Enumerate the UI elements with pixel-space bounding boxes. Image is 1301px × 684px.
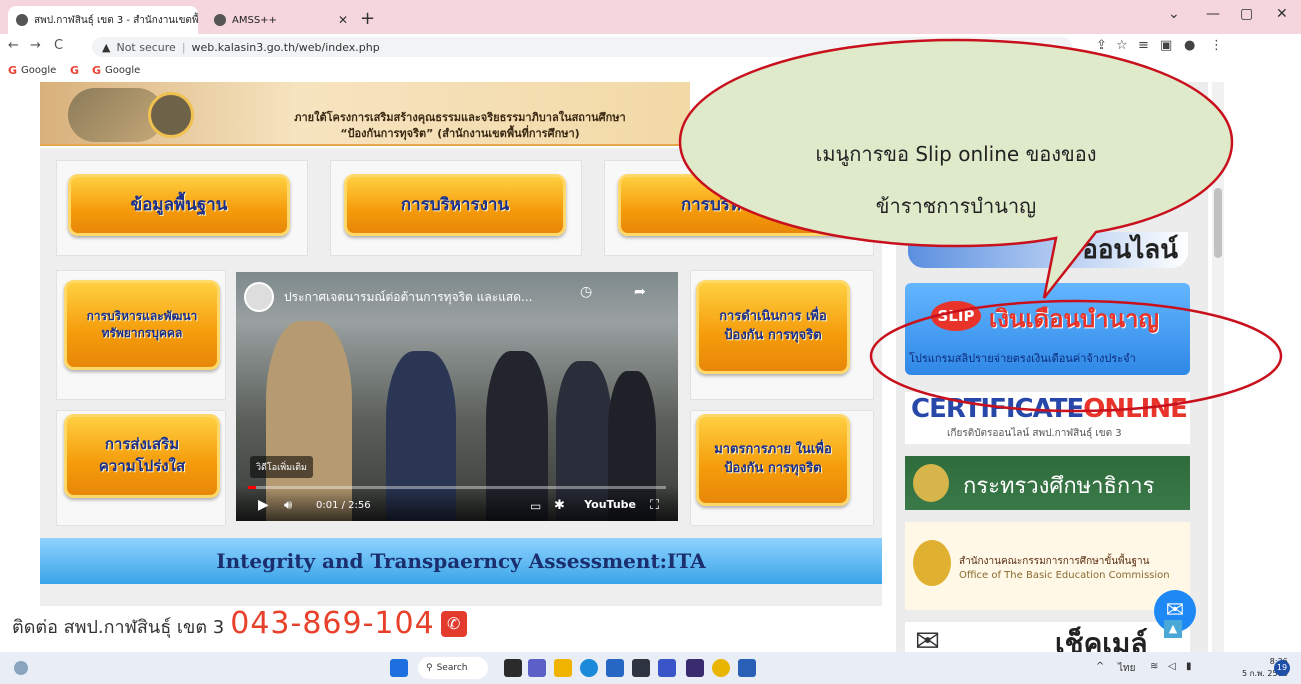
video-progress[interactable]: [248, 486, 666, 489]
app-icon[interactable]: [658, 659, 676, 677]
wifi-icon[interactable]: ≋: [1150, 661, 1158, 672]
menu-button-administration[interactable]: การบริหารงาน: [344, 174, 566, 236]
subtitles-icon[interactable]: ▭: [530, 499, 541, 513]
weather-icon[interactable]: [14, 661, 28, 675]
store-icon[interactable]: [606, 659, 624, 677]
tab-amss[interactable]: AMSS++ ✕: [206, 6, 356, 34]
close-icon[interactable]: ✕: [338, 13, 348, 27]
new-tab-button[interactable]: +: [360, 8, 375, 29]
callout-annotation: เมนูการขอ Slip online ของของ ข้าราชการบำ…: [676, 34, 1283, 413]
obec-banner[interactable]: สำนักงานคณะกรรมการการศึกษาขั้นพื้นฐาน Of…: [905, 522, 1190, 610]
envelope-icon: ✉: [915, 624, 941, 652]
header-banner: ภายใต้โครงการเสริมสร้างคุณธรรมและจริยธรร…: [40, 82, 690, 146]
tab-title: AMSS++: [232, 14, 277, 26]
more-videos-label[interactable]: วิดีโอเพิ่มเติม: [250, 456, 313, 478]
globe-icon: [16, 14, 28, 26]
banner-portrait: [148, 92, 194, 138]
search-label: Search: [436, 663, 468, 673]
battery-icon[interactable]: ▮: [1186, 661, 1192, 672]
banner-line2: “ป้องกันการทุจริต” (สำนักงานเขตพื้นที่กา…: [340, 127, 580, 140]
email-banner[interactable]: ✉ เช็คเมล์: [905, 622, 1190, 652]
video-time: 0:01 / 2:56: [316, 500, 371, 511]
email-banner-title: เช็คเมล์: [1055, 627, 1148, 652]
forward-icon[interactable]: →: [30, 38, 41, 53]
menu-button-hr[interactable]: การบริหารและพัฒนา ทรัพยากรบุคคล: [64, 280, 220, 370]
teams-chat-icon[interactable]: [528, 659, 546, 677]
edge-icon[interactable]: [580, 659, 598, 677]
security-label: Not secure: [116, 40, 176, 54]
minimize-button[interactable]: —: [1206, 6, 1220, 22]
watch-later-icon[interactable]: ◷: [580, 284, 592, 300]
contact-phone: 043-869-104: [230, 606, 435, 641]
play-icon[interactable]: ▶: [258, 497, 269, 513]
chrome-icon[interactable]: [712, 659, 730, 677]
file-explorer-icon[interactable]: [554, 659, 572, 677]
search-icon: ⚲: [426, 663, 433, 673]
menu-button-transparency[interactable]: การส่งเสริม ความโปร่งใส: [64, 414, 220, 498]
obec-english-name: Office of The Basic Education Commission: [959, 570, 1170, 581]
separator: |: [181, 40, 186, 54]
windows-start-icon[interactable]: [390, 659, 408, 677]
app-icon[interactable]: [632, 659, 650, 677]
video-progress-fill: [248, 486, 257, 489]
share-icon[interactable]: ➦: [634, 284, 646, 300]
contact-label: ติดต่อ สพป.กาฬสินธุ์ เขต 3: [12, 617, 225, 638]
google-icon[interactable]: G: [70, 64, 79, 77]
taskbar: ⚲ Search ^ ไทย ≋ ◁ ▮ 8:26 5 ก.พ. 2566 19: [0, 652, 1301, 684]
tab-kalasin3[interactable]: สพป.กาฬสินธุ์ เขต 3 - สำนักงานเขตพื้ ✕: [8, 6, 198, 34]
google-icon: G: [92, 64, 102, 77]
volume-icon[interactable]: ◁: [1168, 661, 1176, 672]
bookmark-label: Google: [21, 65, 57, 76]
fullscreen-icon[interactable]: ⛶: [650, 498, 659, 513]
tray-chevron-icon[interactable]: ^: [1096, 661, 1104, 672]
phone-icon: ✆: [440, 610, 467, 637]
video-title[interactable]: ประกาศเจตนารมณ์ต่อต้านการทุจริต และแสด..…: [284, 288, 533, 307]
volume-icon[interactable]: 🔊︎: [284, 498, 292, 513]
callout-line1: เมนูการขอ Slip online ของของ: [815, 142, 1097, 166]
reload-icon[interactable]: C: [54, 38, 63, 53]
bookmark-google[interactable]: G Google: [92, 64, 140, 77]
youtube-logo[interactable]: YouTube: [584, 498, 636, 511]
photoshop-icon[interactable]: [686, 659, 704, 677]
settings-icon[interactable]: ✱: [554, 498, 565, 513]
callout-shape: [678, 38, 1234, 299]
obec-emblem-icon: [913, 540, 951, 586]
ita-banner[interactable]: Integrity and Transpaerncy Assessment:IT…: [40, 538, 882, 584]
google-icon: G: [70, 64, 80, 77]
callout-line2: ข้าราชการบำนาญ: [875, 194, 1037, 218]
input-language[interactable]: ไทย: [1118, 661, 1135, 676]
taskbar-search[interactable]: ⚲ Search: [418, 657, 488, 679]
menu-button-basic-info[interactable]: ข้อมูลพื้นฐาน: [68, 174, 290, 236]
word-icon[interactable]: [738, 659, 756, 677]
maximize-button[interactable]: ▢: [1240, 6, 1253, 22]
notification-badge[interactable]: 19: [1274, 660, 1290, 676]
bookmark-google[interactable]: G Google: [8, 64, 56, 77]
channel-avatar[interactable]: [244, 282, 274, 312]
highlight-ellipse: [869, 299, 1283, 413]
tab-search-icon[interactable]: ⌄: [1168, 6, 1180, 22]
close-window-button[interactable]: ✕: [1276, 6, 1288, 22]
task-view-icon[interactable]: [504, 659, 522, 677]
bookmark-label: Google: [105, 65, 141, 76]
contact-line: ติดต่อ สพป.กาฬสินธุ์ เขต 3 043-869-104 ✆: [12, 606, 467, 641]
google-icon: G: [8, 64, 18, 77]
url-text: web.kalasin3.go.th/web/index.php: [191, 40, 380, 54]
back-icon[interactable]: ←: [8, 38, 19, 53]
obec-thai-name: สำนักงานคณะกรรมการการศึกษาขั้นพื้นฐาน: [959, 556, 1150, 567]
warning-icon: ▲: [102, 40, 111, 54]
tab-title: สพป.กาฬสินธุ์ เขต 3 - สำนักงานเขตพื้: [34, 14, 198, 26]
embedded-video[interactable]: ประกาศเจตนารมณ์ต่อต้านการทุจริต และแสด..…: [236, 272, 678, 521]
scroll-top-button[interactable]: ▲: [1164, 620, 1182, 638]
globe-icon: [214, 14, 226, 26]
